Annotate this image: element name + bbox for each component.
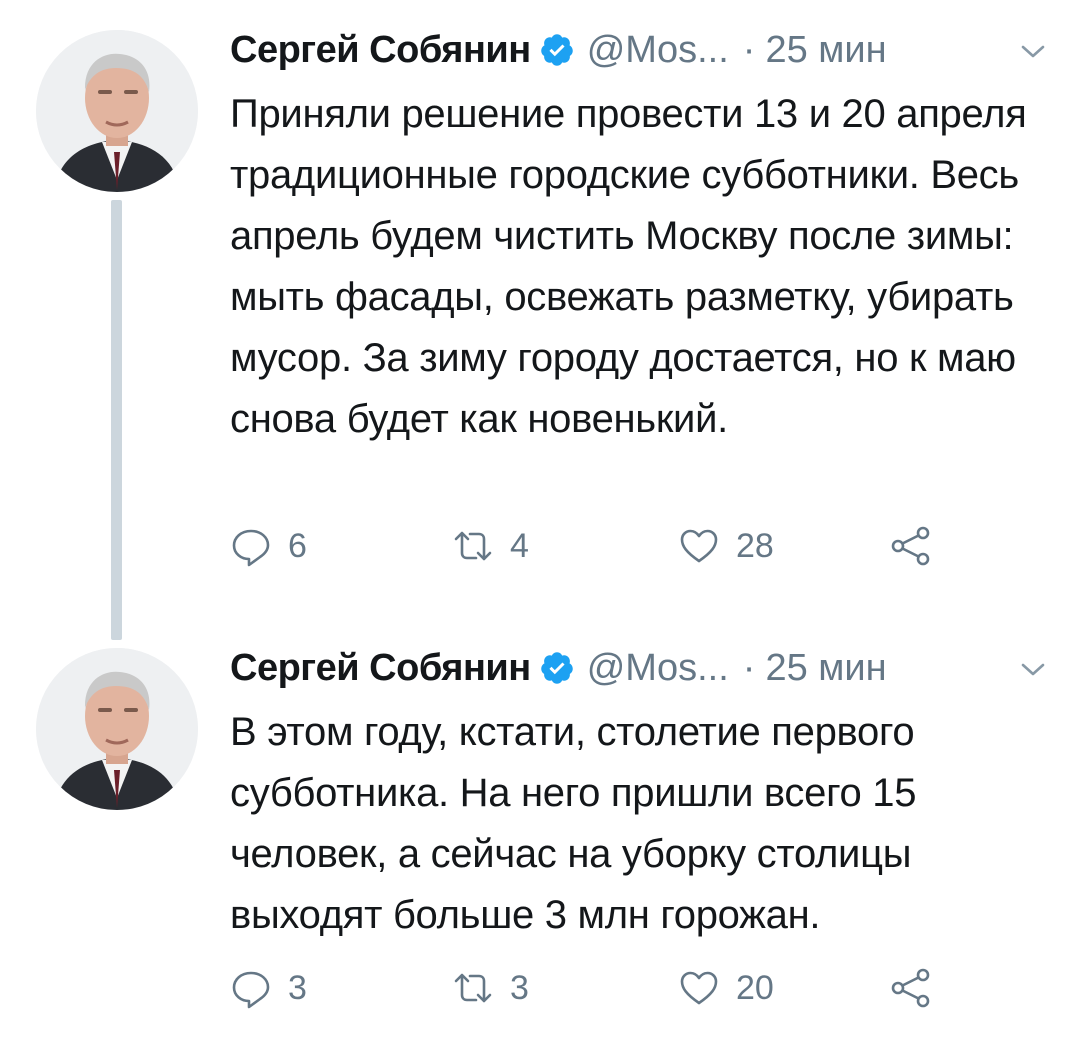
author-name[interactable]: Сергей Собянин	[230, 29, 531, 72]
reply-button[interactable]: 3	[230, 960, 307, 1016]
heart-icon	[678, 967, 720, 1009]
tweet-actions: 3 3 20	[230, 960, 990, 1016]
tweet-header: Сергей Собянин @Mos... · 25 мин	[230, 22, 1050, 78]
like-button[interactable]: 20	[678, 960, 774, 1016]
avatar-photo	[36, 30, 198, 192]
share-icon	[890, 525, 932, 567]
reply-count: 6	[288, 526, 307, 565]
author-handle[interactable]: @Mos...	[587, 29, 729, 72]
tweet-text: Приняли решение провести 13 и 20 апреля …	[230, 92, 1027, 441]
reply-button[interactable]: 6	[230, 518, 307, 574]
reply-count: 3	[288, 968, 307, 1007]
share-button[interactable]	[890, 518, 932, 574]
timestamp[interactable]: 25 мин	[765, 647, 886, 690]
tweet-text: В этом году, кстати, столетие первого су…	[230, 710, 917, 937]
avatar[interactable]	[36, 648, 198, 810]
tweet[interactable]: Сергей Собянин @Mos... · 25 мин В этом г…	[0, 618, 1080, 1044]
reply-icon	[230, 525, 272, 567]
like-count: 20	[736, 968, 774, 1007]
share-icon	[890, 967, 932, 1009]
share-button[interactable]	[890, 960, 932, 1016]
author-name[interactable]: Сергей Собянин	[230, 647, 531, 690]
like-button[interactable]: 28	[678, 518, 774, 574]
tweet-header: Сергей Собянин @Mos... · 25 мин	[230, 640, 1050, 696]
author-handle[interactable]: @Mos...	[587, 647, 729, 690]
chevron-down-icon[interactable]	[1016, 654, 1050, 684]
retweet-count: 4	[510, 526, 529, 565]
retweet-icon	[452, 525, 494, 567]
retweet-icon	[452, 967, 494, 1009]
retweet-button[interactable]: 4	[452, 518, 529, 574]
tweet-actions: 6 4 28	[230, 518, 990, 574]
like-count: 28	[736, 526, 774, 565]
reply-icon	[230, 967, 272, 1009]
separator-dot: ·	[742, 646, 756, 689]
thread-line	[111, 200, 122, 640]
tweet[interactable]: Сергей Собянин @Mos... · 25 мин Приняли …	[0, 0, 1080, 640]
retweet-button[interactable]: 3	[452, 960, 529, 1016]
chevron-down-icon[interactable]	[1016, 36, 1050, 66]
avatar[interactable]	[36, 30, 198, 192]
verified-badge-icon	[539, 32, 575, 68]
heart-icon	[678, 525, 720, 567]
verified-badge-icon	[539, 650, 575, 686]
separator-dot: ·	[742, 28, 756, 71]
retweet-count: 3	[510, 968, 529, 1007]
timestamp[interactable]: 25 мин	[765, 29, 886, 72]
avatar-photo	[36, 648, 198, 810]
